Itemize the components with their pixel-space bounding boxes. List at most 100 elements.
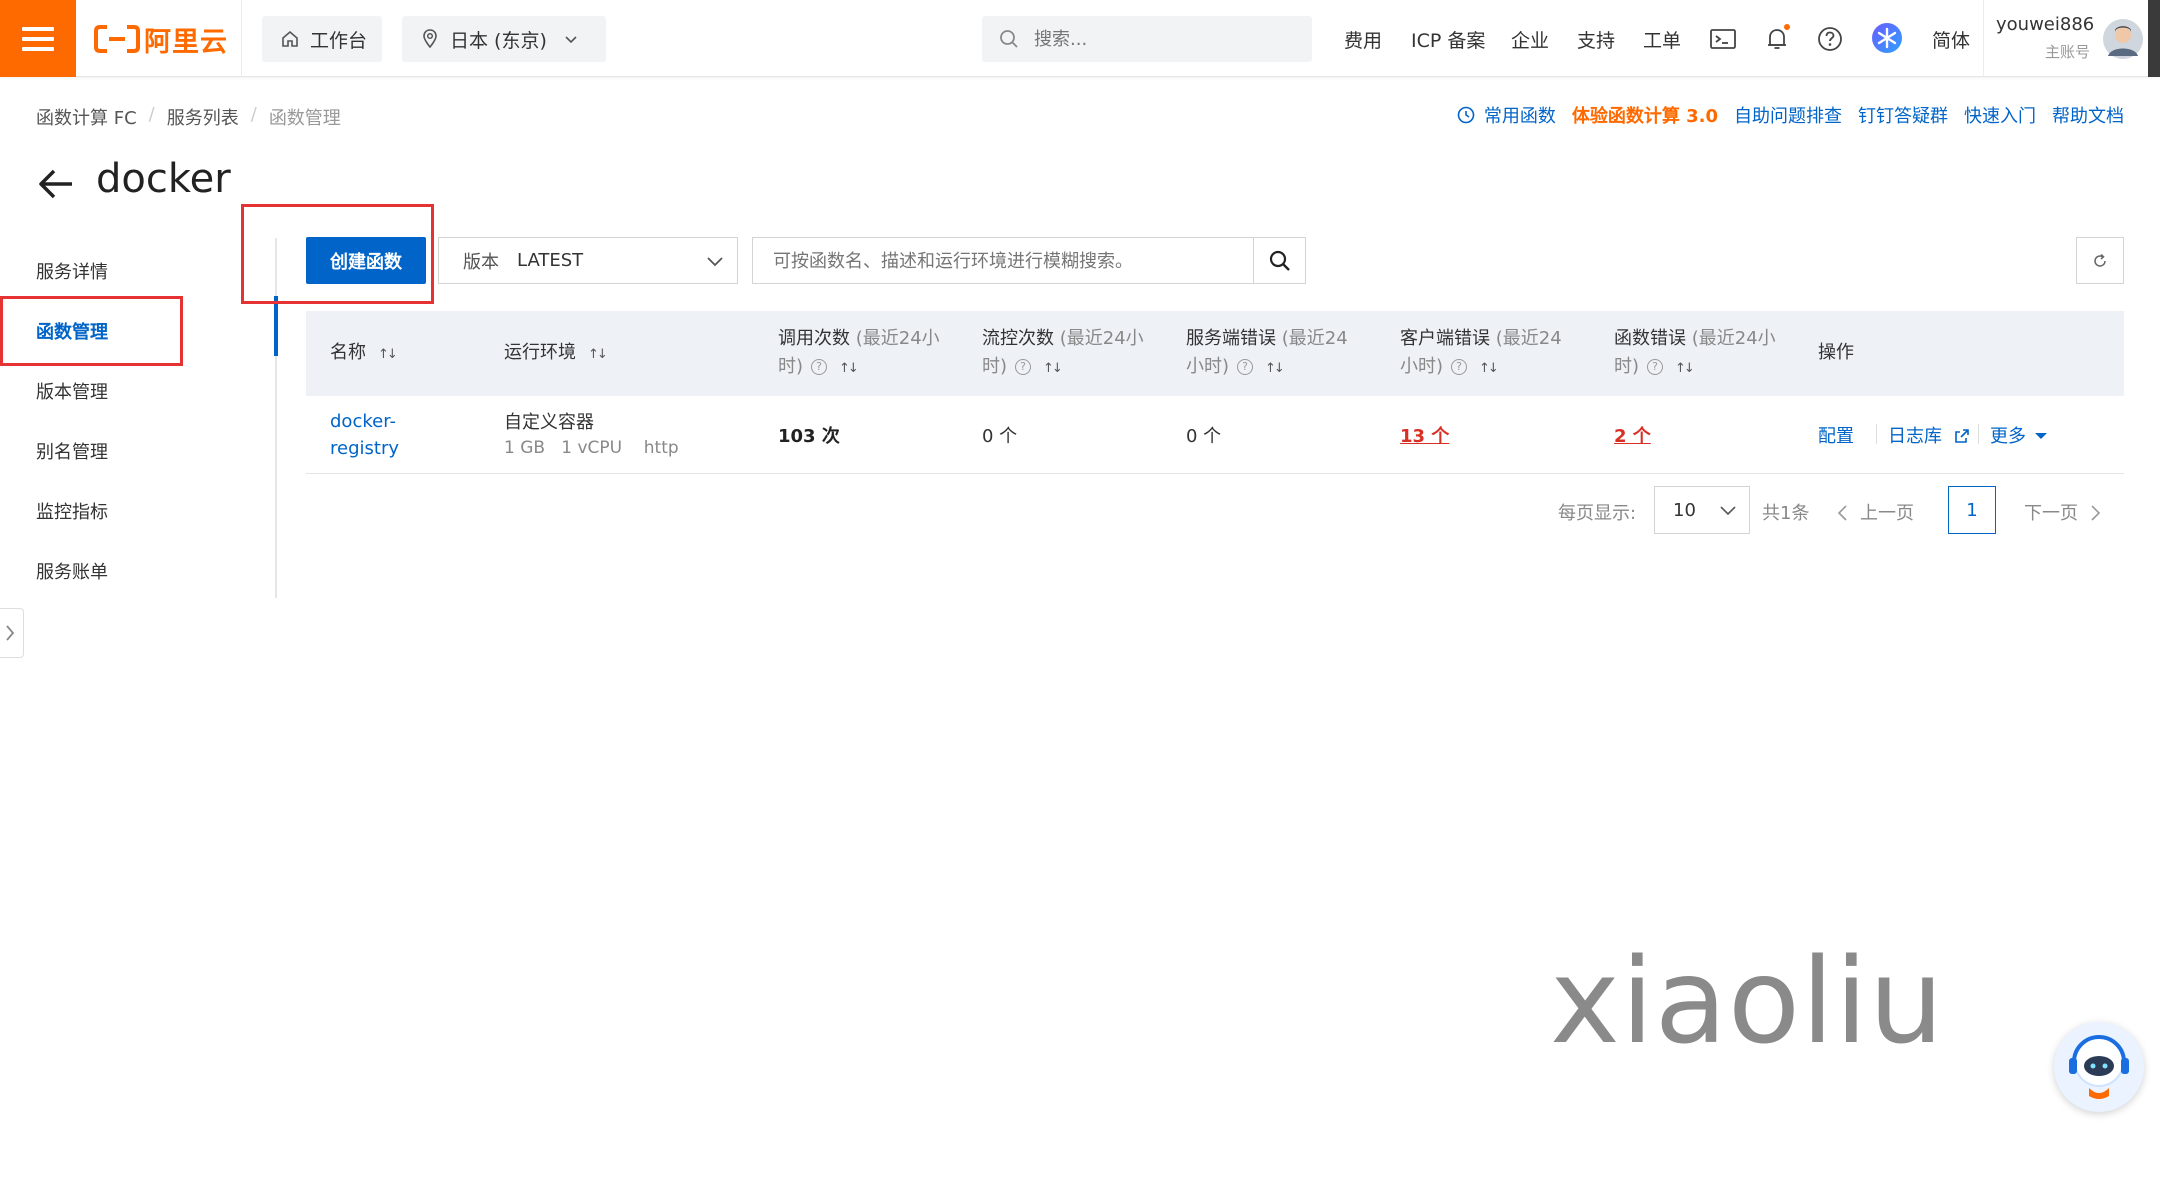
prev-page-button[interactable]: 上一页 [1836, 499, 1914, 525]
th-client-errors[interactable]: 客户端错误 (最近24 小时)? ↑↓ [1400, 325, 1590, 383]
watermark-text: xiaoliu [1550, 932, 1945, 1070]
sidenav-alias-management[interactable]: 别名管理 [36, 438, 108, 464]
more-actions-dropdown[interactable]: 更多 [1982, 422, 2048, 448]
th-function-errors-suffix: (最近24小 [1691, 328, 1776, 349]
th-throttles-suffix: (最近24小 [1059, 328, 1144, 349]
sort-icon[interactable]: ↑↓ [1479, 355, 1499, 383]
nav-icp[interactable]: ICP 备案 [1411, 26, 1485, 53]
th-client-errors-label: 客户端错误 [1400, 328, 1490, 349]
logstore-link[interactable]: 日志库 [1880, 422, 1970, 448]
home-icon [282, 30, 298, 47]
region-selector[interactable]: 日本 (东京) [402, 16, 606, 62]
user-account[interactable]: youwei886 主账号 [1996, 14, 2094, 62]
dingtalk-group-link[interactable]: 钉钉答疑群 [1858, 102, 1948, 128]
top-navigation-bar: 阿里云 工作台 日本 (东京) 费用 ICP 备案 企业 支持 工单 [0, 0, 2160, 77]
sort-icon[interactable]: ↑↓ [378, 341, 398, 369]
sort-icon[interactable]: ↑↓ [839, 355, 859, 383]
runtime-type: 自定义容器 [504, 412, 594, 433]
ai-assistant-icon[interactable] [1870, 21, 1904, 55]
prev-page-label: 上一页 [1860, 503, 1914, 524]
page-number-1[interactable]: 1 [1948, 486, 1996, 534]
account-type: 主账号 [2044, 43, 2090, 61]
th-invocations[interactable]: 调用次数 (最近24小 时)? ↑↓ [778, 325, 958, 383]
window-edge [2148, 0, 2160, 77]
trigger-type: http [643, 438, 679, 458]
more-label: 更多 [1990, 426, 2026, 447]
th-client-errors-suffix2: 小时) [1400, 356, 1444, 377]
sidenav-monitoring[interactable]: 监控指标 [36, 498, 108, 524]
config-link[interactable]: 配置 [1818, 422, 1854, 448]
th-throttles[interactable]: 流控次数 (最近24小 时)? ↑↓ [982, 325, 1162, 383]
function-errors-link[interactable]: 2 个 [1614, 422, 1651, 448]
workbench-button[interactable]: 工作台 [262, 16, 382, 62]
nav-support[interactable]: 支持 [1577, 26, 1615, 53]
quickstart-link[interactable]: 快速入门 [1964, 102, 2036, 128]
page-size-select[interactable]: 10 [1654, 486, 1750, 534]
collapse-sidebar-handle[interactable] [0, 608, 24, 658]
avatar[interactable] [2102, 18, 2144, 60]
function-search-input[interactable] [771, 248, 1251, 274]
sort-icon[interactable]: ↑↓ [1265, 355, 1285, 383]
sidenav-version-management[interactable]: 版本管理 [36, 378, 108, 404]
th-invocations-suffix2: 时) [778, 356, 804, 377]
create-function-button[interactable]: 创建函数 [306, 237, 426, 284]
help-question-icon[interactable]: ? [1647, 359, 1664, 375]
th-runtime-label: 运行环境 [504, 342, 576, 363]
global-search[interactable] [982, 16, 1312, 62]
breadcrumb-fc[interactable]: 函数计算 FC [36, 104, 137, 130]
sidenav-service-details[interactable]: 服务详情 [36, 258, 108, 284]
help-icon[interactable] [1815, 24, 1845, 54]
aliyun-logo[interactable]: 阿里云 [94, 22, 228, 58]
nav-tickets[interactable]: 工单 [1643, 26, 1681, 53]
help-question-icon[interactable]: ? [1015, 359, 1032, 375]
terminal-icon[interactable] [1708, 24, 1738, 54]
help-question-icon[interactable]: ? [1451, 359, 1468, 375]
hamburger-menu-button[interactable] [0, 0, 76, 77]
sidenav-service-billing[interactable]: 服务账单 [36, 558, 108, 584]
memory-spec: 1 GB [504, 438, 546, 458]
nav-billing[interactable]: 费用 [1344, 26, 1382, 53]
th-name[interactable]: 名称 ↑↓ [330, 339, 398, 369]
function-name-link[interactable]: docker- registry [330, 408, 399, 462]
self-diagnose-link[interactable]: 自助问题排查 [1734, 102, 1842, 128]
annotation-box-sidenav [0, 296, 183, 366]
th-server-errors-suffix: (最近24 [1281, 328, 1348, 349]
breadcrumb-service-list[interactable]: 服务列表 [167, 104, 239, 130]
notification-bell-icon[interactable] [1762, 24, 1792, 54]
function-search-button[interactable] [1253, 238, 1305, 283]
nav-enterprise[interactable]: 企业 [1511, 26, 1549, 53]
aliyun-logo-icon [94, 25, 140, 53]
caret-down-icon [2034, 433, 2047, 439]
global-search-input[interactable] [1032, 27, 1272, 51]
refresh-button[interactable] [2076, 237, 2124, 284]
search-icon [1000, 30, 1018, 48]
help-question-icon[interactable]: ? [1237, 359, 1254, 375]
next-page-label: 下一页 [2024, 503, 2078, 524]
runtime-specs: 1 GB 1 vCPU http [504, 438, 679, 458]
sort-icon[interactable]: ↑↓ [588, 341, 608, 369]
sort-icon[interactable]: ↑↓ [1675, 355, 1695, 383]
client-errors-link[interactable]: 13 个 [1400, 422, 1449, 448]
table-header: 名称 ↑↓ 运行环境 ↑↓ 调用次数 (最近24小 时)? ↑↓ 流控次数 (最近24… [306, 311, 2124, 396]
vcpu-spec: 1 vCPU [561, 438, 623, 458]
common-functions-link[interactable]: 常用函数 [1484, 102, 1556, 128]
th-runtime[interactable]: 运行环境 ↑↓ [504, 339, 608, 369]
function-name-line2: registry [330, 438, 399, 459]
th-function-errors[interactable]: 函数错误 (最近24小 时)? ↑↓ [1614, 325, 1794, 383]
page-size-value: 10 [1673, 500, 1696, 521]
try-fc3-link[interactable]: 体验函数计算 3.0 [1572, 102, 1718, 128]
th-throttles-suffix2: 时) [982, 356, 1008, 377]
version-select[interactable]: 版本 LATEST [438, 237, 738, 284]
chevron-down-icon [707, 257, 723, 267]
sort-icon[interactable]: ↑↓ [1043, 355, 1063, 383]
version-value: LATEST [517, 250, 584, 271]
help-docs-link[interactable]: 帮助文档 [2052, 102, 2124, 128]
help-question-icon[interactable]: ? [811, 359, 828, 375]
th-server-errors[interactable]: 服务端错误 (最近24 小时)? ↑↓ [1186, 325, 1376, 383]
function-search [752, 237, 1306, 284]
next-page-button[interactable]: 下一页 [2024, 499, 2102, 525]
language-switch[interactable]: 简体 [1932, 26, 1970, 53]
back-arrow-icon[interactable] [36, 166, 76, 202]
per-page-label: 每页显示: [1558, 503, 1637, 524]
support-assistant-button[interactable] [2054, 1022, 2144, 1112]
